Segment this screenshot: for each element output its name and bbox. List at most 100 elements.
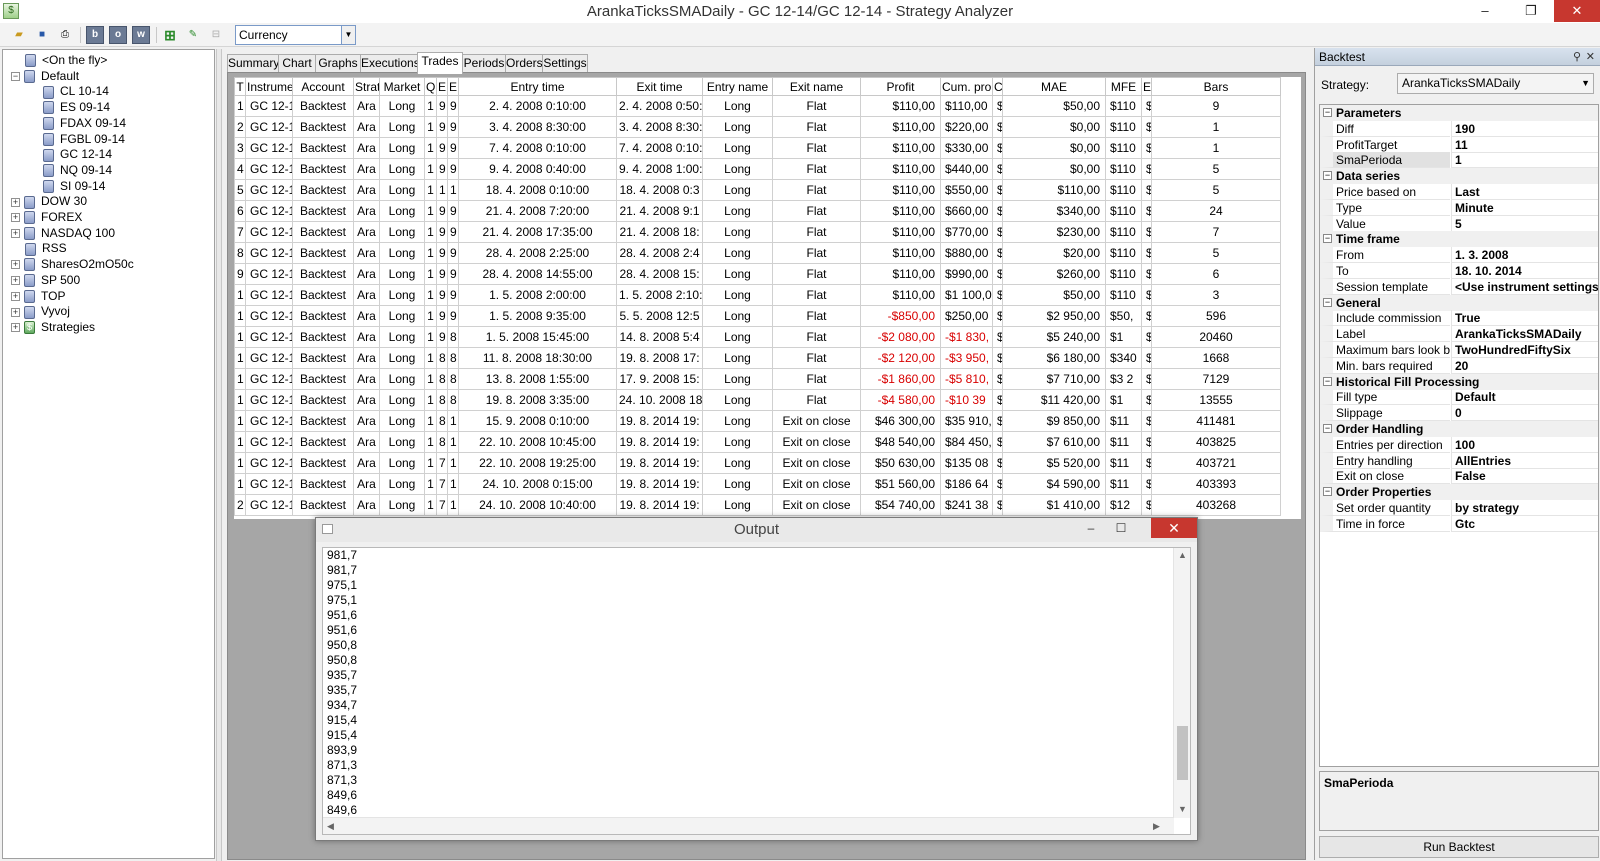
add-icon[interactable]: ⊞ bbox=[161, 26, 179, 44]
tree-item[interactable]: + SP 500 bbox=[11, 272, 80, 288]
tab-executions[interactable]: Executions bbox=[360, 54, 420, 73]
column-header[interactable]: E bbox=[1141, 77, 1152, 96]
property-value[interactable]: Minute bbox=[1451, 199, 1598, 216]
table-row[interactable]: 1 GC 12-1 Backtest Ara Long 1 8 8 13. 8. 2008 1:… bbox=[234, 368, 1281, 390]
column-header[interactable]: Instrume bbox=[245, 77, 293, 96]
tree-item[interactable]: ES 09-14 bbox=[43, 99, 110, 115]
property-row[interactable]: Maximum bars look bacTwoHundredFiftySix bbox=[1320, 342, 1598, 358]
property-category[interactable]: − Order Handling bbox=[1320, 421, 1598, 437]
property-category[interactable]: − General bbox=[1320, 294, 1598, 311]
tab-trades[interactable]: Trades bbox=[417, 52, 463, 74]
splitter-handle[interactable] bbox=[216, 49, 222, 861]
column-header[interactable]: MFE bbox=[1105, 77, 1142, 96]
column-header[interactable]: Entry time bbox=[458, 77, 617, 96]
property-row[interactable]: Min. bars required 20 bbox=[1320, 357, 1598, 374]
column-header[interactable]: Account bbox=[292, 77, 354, 96]
output-title-bar[interactable]: Output bbox=[316, 518, 1197, 542]
collapse-icon[interactable]: − bbox=[1323, 234, 1332, 244]
tree-item[interactable]: NQ 09-14 bbox=[43, 162, 112, 178]
property-value[interactable]: 11 bbox=[1451, 136, 1598, 153]
output-maximize-button[interactable]: ☐ bbox=[1106, 518, 1136, 538]
table-row[interactable]: 1 GC 12-1 Backtest Ara Long 1 8 8 19. 8. 2008 3:… bbox=[234, 389, 1281, 411]
property-row[interactable]: Set order quantity by strategy bbox=[1320, 500, 1598, 516]
tab-summary[interactable]: Summary bbox=[227, 54, 279, 73]
property-row[interactable]: Diff 190 bbox=[1320, 120, 1598, 137]
table-row[interactable]: 1 GC 12-1 Backtest Ara Long 1 9 8 1. 5. 2008 15:… bbox=[234, 326, 1281, 348]
save-icon[interactable]: ■ bbox=[33, 26, 51, 44]
table-row[interactable]: 1 GC 12-1 Backtest Ara Long 1 8 8 11. 8. 2008 18… bbox=[234, 347, 1281, 369]
table-row[interactable]: 7 GC 12-1 Backtest Ara Long 1 9 9 21. 4. 2008 17… bbox=[234, 221, 1281, 243]
tree-item[interactable]: FDAX 09-14 bbox=[43, 115, 126, 131]
expand-icon[interactable]: + bbox=[11, 323, 20, 333]
tree-item[interactable]: <On the fly> bbox=[25, 52, 107, 68]
table-row[interactable]: 5 GC 12-1 Backtest Ara Long 1 1 1 18. 4. 2008 0:… bbox=[234, 179, 1281, 201]
table-row[interactable]: 3 GC 12-1 Backtest Ara Long 1 9 9 7. 4. 2008 0:1… bbox=[234, 137, 1281, 159]
column-header[interactable]: C bbox=[992, 77, 1003, 96]
property-row[interactable]: Include commission True bbox=[1320, 310, 1598, 327]
column-header[interactable]: Cum. pro bbox=[940, 77, 993, 96]
scroll-left-icon[interactable]: ◀ bbox=[327, 821, 334, 832]
run-backtest-button[interactable]: Run Backtest bbox=[1319, 836, 1599, 858]
close-icon[interactable]: ✕ bbox=[1586, 48, 1595, 66]
expand-icon[interactable]: + bbox=[11, 260, 20, 270]
tree-item[interactable]: + DOW 30 bbox=[11, 193, 87, 209]
column-header[interactable]: MAE bbox=[1002, 77, 1106, 96]
table-row[interactable]: 2 GC 12-1 Backtest Ara Long 1 7 1 24. 10. 2008 1… bbox=[234, 494, 1281, 516]
property-row[interactable]: Session template <Use instrument settings… bbox=[1320, 278, 1598, 295]
property-category[interactable]: − Time frame bbox=[1320, 231, 1598, 248]
collapse-icon[interactable]: − bbox=[1323, 424, 1332, 433]
output-close-button[interactable]: ✕ bbox=[1151, 518, 1197, 538]
property-value[interactable]: True bbox=[1451, 310, 1598, 327]
horizontal-scrollbar[interactable]: ◀ ▶ bbox=[323, 817, 1174, 834]
tree-item[interactable]: SI 09-14 bbox=[43, 178, 105, 194]
maximize-button[interactable]: ❐ bbox=[1508, 0, 1554, 22]
tree-item[interactable]: FGBL 09-14 bbox=[43, 131, 125, 147]
tab-orders[interactable]: Orders bbox=[505, 54, 543, 73]
property-value[interactable]: Last bbox=[1451, 184, 1598, 200]
property-value[interactable]: TwoHundredFiftySix bbox=[1451, 342, 1598, 358]
currency-select[interactable]: Currency ▼ bbox=[235, 25, 356, 45]
tree-item[interactable]: + $ Strategies bbox=[11, 319, 95, 335]
table-row[interactable]: 4 GC 12-1 Backtest Ara Long 1 9 9 9. 4. 2008 0:4… bbox=[234, 158, 1281, 180]
property-row[interactable]: Type Minute bbox=[1320, 199, 1598, 216]
tab-periods[interactable]: Periods bbox=[462, 54, 506, 73]
b-button[interactable]: b bbox=[86, 26, 104, 44]
expand-icon[interactable]: + bbox=[11, 197, 20, 207]
property-row[interactable]: Entries per direction 100 bbox=[1320, 436, 1598, 453]
scroll-down-icon[interactable]: ▼ bbox=[1178, 804, 1187, 814]
print-icon[interactable]: ⎙ bbox=[56, 26, 74, 44]
property-value[interactable]: 5 bbox=[1451, 215, 1598, 232]
tab-settings[interactable]: Settings bbox=[542, 54, 588, 73]
table-row[interactable]: 2 GC 12-1 Backtest Ara Long 1 9 9 3. 4. 2008 8:3… bbox=[234, 116, 1281, 138]
o-button[interactable]: o bbox=[109, 26, 127, 44]
scrollbar-thumb[interactable] bbox=[1177, 726, 1188, 780]
vertical-scrollbar[interactable]: ▲ ▼ bbox=[1173, 548, 1190, 818]
open-folder-icon[interactable]: ▰ bbox=[10, 26, 28, 44]
table-row[interactable]: 1 GC 12-1 Backtest Ara Long 1 7 1 22. 10. 2008 1… bbox=[234, 452, 1281, 474]
close-button[interactable]: ✕ bbox=[1554, 0, 1600, 22]
table-row[interactable]: 1 GC 12-1 Backtest Ara Long 1 8 1 15. 9. 2008 0:… bbox=[234, 410, 1281, 432]
expand-icon[interactable]: + bbox=[11, 276, 20, 286]
expand-icon[interactable]: + bbox=[11, 213, 20, 223]
collapse-icon[interactable]: − bbox=[1323, 171, 1332, 181]
column-header[interactable]: Exit name bbox=[772, 77, 861, 96]
tree-item[interactable]: CL 10-14 bbox=[43, 83, 109, 99]
property-row[interactable]: ProfitTarget 11 bbox=[1320, 136, 1598, 153]
property-value[interactable]: 100 bbox=[1451, 436, 1598, 453]
property-row[interactable]: Fill type Default bbox=[1320, 389, 1598, 406]
property-row[interactable]: Entry handling AllEntries bbox=[1320, 452, 1598, 469]
property-row[interactable]: SmaPerioda 1 bbox=[1320, 152, 1598, 169]
output-minimize-button[interactable]: – bbox=[1076, 518, 1106, 538]
column-header[interactable]: E bbox=[447, 77, 459, 96]
property-value[interactable]: 190 bbox=[1451, 120, 1598, 137]
property-value[interactable]: 1 bbox=[1451, 152, 1598, 169]
property-value[interactable]: by strategy bbox=[1451, 500, 1598, 516]
property-value[interactable]: False bbox=[1451, 468, 1598, 485]
column-header[interactable]: Profit bbox=[860, 77, 941, 96]
strategy-select[interactable]: ArankaTicksSMADaily ▼ bbox=[1397, 73, 1594, 94]
remove-icon[interactable]: ⊟ bbox=[207, 26, 225, 44]
scroll-up-icon[interactable]: ▲ bbox=[1178, 550, 1187, 560]
chevron-down-icon[interactable]: ▼ bbox=[341, 26, 355, 44]
table-row[interactable]: 1 GC 12-1 Backtest Ara Long 1 9 9 1. 5. 2008 2:0… bbox=[234, 284, 1281, 306]
tree-item[interactable]: − Default bbox=[11, 68, 79, 84]
